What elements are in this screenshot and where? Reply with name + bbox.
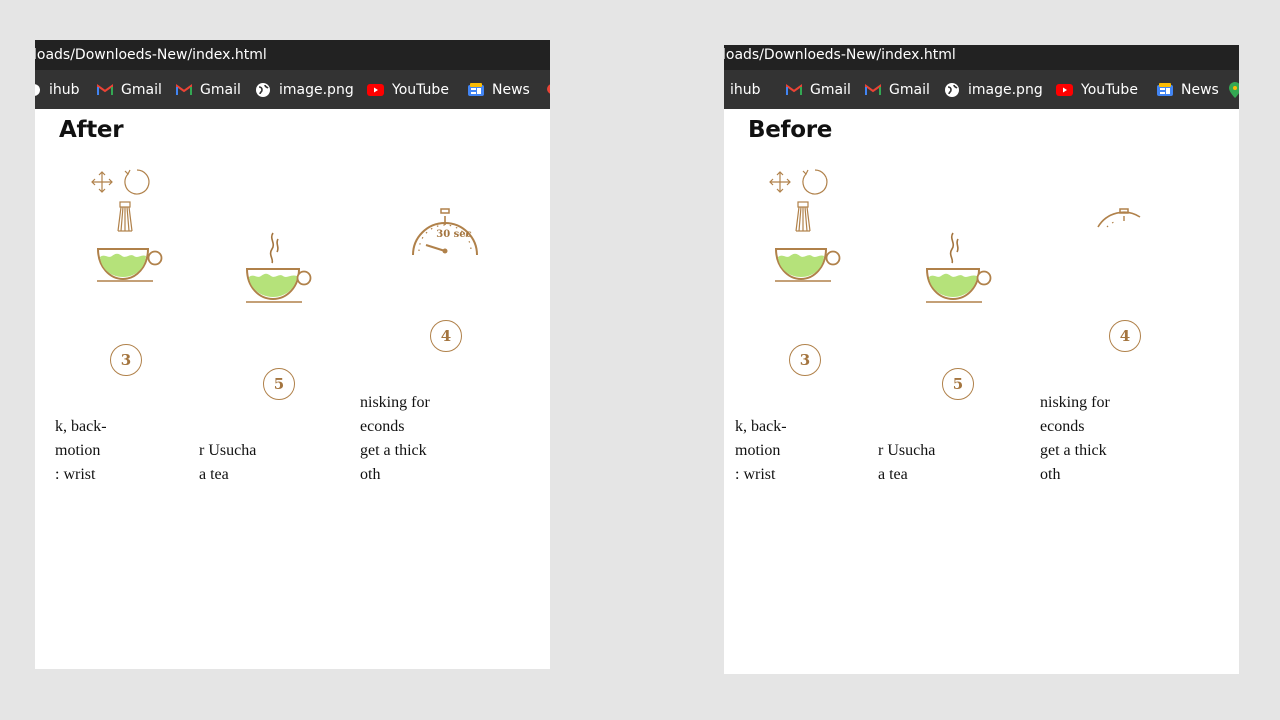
page-content: After 30 sec 3 5 4 k, back- motion: wri… [35,109,550,669]
bookmark-gmail-1[interactable]: Gmail [786,70,851,109]
bookmark-gmail-2[interactable]: Gmail [176,70,241,109]
bookmarks-bar: ihub Gmail Gmail image.png YouTube News [724,70,1239,109]
maps-icon [547,83,550,94]
bookmark-news[interactable]: News [468,70,530,109]
youtube-icon [1056,83,1073,96]
address-bar[interactable]: loads/Downloeds-New/index.html [724,45,1239,70]
step-badge-5: 5 [942,368,974,400]
bookmark-news[interactable]: News [1157,70,1219,109]
whisk-bowl-icon [91,169,163,282]
timer-label: 30 sec [436,229,471,240]
gmail-icon [176,83,192,95]
github-icon [35,83,40,96]
step-4-caption: nisking for econds get a thick oth [1040,394,1110,483]
url-text[interactable]: loads/Downloeds-New/index.html [724,45,956,70]
steaming-cup-icon [245,232,312,303]
page-content: Before 3 5 4 k, back- motion: wrist r U… [724,109,1239,669]
youtube-icon [367,83,384,96]
steaming-cup-icon [925,232,992,303]
bookmark-image[interactable]: image.png [944,70,1043,109]
bookmark-gmail-1[interactable]: Gmail [97,70,162,109]
globe-icon [945,82,959,97]
maps-pin-icon [1229,81,1239,98]
step-5-caption: r Usucha a tea [878,442,936,483]
google-news-icon [1157,82,1173,96]
page-title: Before [748,117,833,143]
address-bar[interactable]: loads/Downloeds-New/index.html [35,40,550,70]
bookmark-image[interactable]: image.png [255,70,354,109]
step-3-caption: k, back- motion : wrist [55,418,107,483]
globe-icon [256,82,270,97]
step-badge-3: 3 [789,344,821,376]
step-badge-4: 4 [1109,320,1141,352]
google-news-icon [468,82,484,96]
gmail-icon [786,83,802,95]
bookmark-github[interactable]: ihub [35,70,80,109]
bookmark-youtube[interactable]: YouTube [367,70,449,109]
whisk-bowl-icon [769,169,841,282]
bookmarks-bar: ihub Gmail Gmail image.png YouTube News [35,70,550,109]
stopwatch-icon: 30 sec [412,208,478,256]
bookmark-github[interactable]: ihub [730,70,761,109]
stopwatch-icon [1097,208,1141,228]
step-5-caption: r Usucha a tea [199,442,257,483]
step-badge-3: 3 [110,344,142,376]
step-4-caption: nisking for econds get a thick oth [360,394,430,483]
bookmark-maps[interactable] [1229,70,1239,109]
step-badge-5: 5 [263,368,295,400]
gmail-icon [865,83,881,95]
before-browser-window: loads/Downloeds-New/index.html ihub Gmai… [724,45,1239,674]
bookmark-overflow[interactable] [544,70,550,109]
bookmark-gmail-2[interactable]: Gmail [865,70,930,109]
after-browser-window: loads/Downloeds-New/index.html ihub Gmai… [35,40,550,669]
step-badge-4: 4 [430,320,462,352]
page-title: After [59,117,124,143]
bookmark-youtube[interactable]: YouTube [1056,70,1138,109]
url-text[interactable]: loads/Downloeds-New/index.html [35,40,267,70]
step-3-caption: k, back- motion : wrist [735,418,787,483]
gmail-icon [97,83,113,95]
